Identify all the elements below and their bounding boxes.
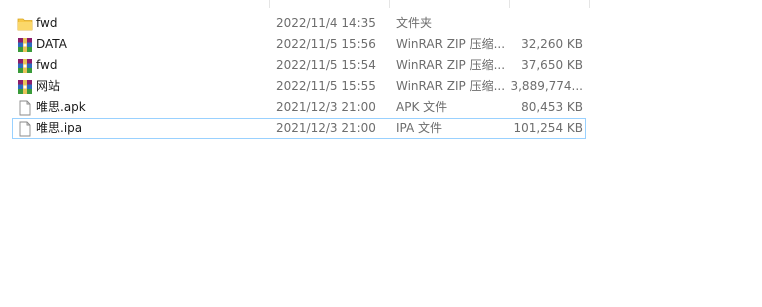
file-date: 2022/11/5 15:54 xyxy=(276,58,376,72)
file-list: fwd 2022/11/4 14:35 文件夹 DATA 2022/11/5 1… xyxy=(12,13,586,139)
file-type: WinRAR ZIP 压缩... xyxy=(396,58,506,72)
file-size: 32,260 KB xyxy=(521,37,583,51)
file-date: 2021/12/3 21:00 xyxy=(276,121,376,135)
file-name: 唯思.apk xyxy=(36,100,86,114)
file-name: fwd xyxy=(36,16,58,30)
file-name: DATA xyxy=(36,37,67,51)
file-icon xyxy=(17,100,33,116)
column-divider[interactable] xyxy=(389,0,390,8)
file-size: 101,254 KB xyxy=(513,121,583,135)
file-date: 2022/11/5 15:56 xyxy=(276,37,376,51)
file-row-focused[interactable]: 唯思.ipa 2021/12/3 21:00 IPA 文件 101,254 KB xyxy=(12,118,586,139)
file-row[interactable]: 网站 2022/11/5 15:55 WinRAR ZIP 压缩... 3,88… xyxy=(12,76,586,97)
file-row[interactable]: 唯思.apk 2021/12/3 21:00 APK 文件 80,453 KB xyxy=(12,97,586,118)
file-list-view: fwd 2022/11/4 14:35 文件夹 DATA 2022/11/5 1… xyxy=(0,0,762,307)
file-icon xyxy=(17,121,33,137)
file-row[interactable]: fwd 2022/11/4 14:35 文件夹 xyxy=(12,13,586,34)
file-date: 2022/11/4 14:35 xyxy=(276,16,376,30)
file-name: fwd xyxy=(36,58,58,72)
file-size: 80,453 KB xyxy=(521,100,583,114)
file-row[interactable]: fwd 2022/11/5 15:54 WinRAR ZIP 压缩... 37,… xyxy=(12,55,586,76)
file-type: WinRAR ZIP 压缩... xyxy=(396,37,506,51)
file-type: IPA 文件 xyxy=(396,121,443,135)
file-type: WinRAR ZIP 压缩... xyxy=(396,79,506,93)
column-divider[interactable] xyxy=(509,0,510,8)
file-type: 文件夹 xyxy=(396,16,433,30)
file-size: 37,650 KB xyxy=(521,58,583,72)
file-name: 唯思.ipa xyxy=(36,121,83,135)
column-divider[interactable] xyxy=(269,0,270,8)
column-divider[interactable] xyxy=(589,0,590,8)
file-size: 3,889,774... xyxy=(510,79,583,93)
file-size xyxy=(506,14,583,33)
file-row[interactable]: DATA 2022/11/5 15:56 WinRAR ZIP 压缩... 32… xyxy=(12,34,586,55)
file-type: APK 文件 xyxy=(396,100,448,114)
file-name: 网站 xyxy=(36,79,61,93)
winrar-archive-icon xyxy=(17,37,33,53)
winrar-archive-icon xyxy=(17,79,33,95)
file-date: 2021/12/3 21:00 xyxy=(276,100,376,114)
file-date: 2022/11/5 15:55 xyxy=(276,79,376,93)
folder-icon xyxy=(17,16,33,32)
winrar-archive-icon xyxy=(17,58,33,74)
